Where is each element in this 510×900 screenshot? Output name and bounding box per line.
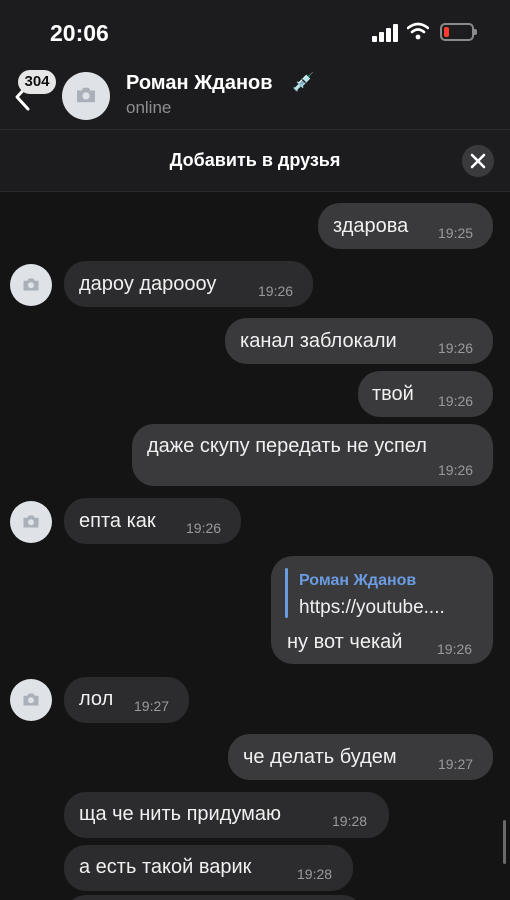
reply-preview[interactable]: https://youtube.... [299, 597, 445, 619]
message-bubble[interactable]: ща че нить придумаю 19:28 [64, 792, 389, 838]
status-time: 20:06 [50, 20, 109, 46]
message-text: а есть такой варик [79, 856, 252, 878]
contact-status: online [126, 98, 172, 117]
camera-icon [23, 278, 39, 291]
message-text: лол [79, 688, 114, 710]
chat-header: 304 Роман Жданов 💉 online [0, 62, 510, 130]
message-time: 19:27 [438, 756, 474, 772]
syringe-emoji-icon: 💉 [292, 72, 315, 92]
message-list[interactable]: здарова 19:25 дароу дароооу 19:26 канал … [0, 192, 510, 900]
message-bubble[interactable] [64, 895, 364, 900]
battery-icon [440, 23, 477, 41]
message-text: твой [372, 383, 414, 405]
message-bubble[interactable]: даже скупу передать не успел 19:26 [132, 424, 493, 486]
sender-avatar[interactable] [10, 264, 52, 306]
message-text: ну вот чекай [287, 631, 403, 653]
message-time: 19:26 [438, 393, 474, 409]
message-text: даже скупу передать не успел [147, 435, 427, 457]
message-time: 19:25 [438, 225, 474, 241]
camera-icon [77, 87, 95, 103]
reply-author[interactable]: Роман Жданов [299, 572, 416, 590]
message-time: 19:26 [186, 520, 222, 536]
message-bubble[interactable]: канал заблокали 19:26 [225, 318, 493, 364]
signal-icon [372, 24, 400, 42]
message-text: дароу дароооу [79, 273, 217, 295]
message-time: 19:27 [134, 698, 170, 714]
contact-name[interactable]: Роман Жданов [126, 72, 273, 95]
message-bubble[interactable]: епта как 19:26 [64, 498, 241, 544]
message-time: 19:26 [438, 462, 474, 478]
reply-bar [285, 568, 288, 618]
message-bubble[interactable]: твой 19:26 [358, 371, 493, 417]
camera-icon [23, 515, 39, 528]
unread-count-badge[interactable]: 304 [18, 70, 56, 94]
message-text: епта как [79, 510, 156, 532]
message-time: 19:26 [438, 340, 474, 356]
camera-icon [23, 693, 39, 706]
message-text: канал заблокали [240, 330, 397, 352]
message-text: ща че нить придумаю [79, 803, 282, 825]
wifi-icon [407, 22, 429, 40]
message-text: че делать будем [243, 746, 397, 768]
message-bubble[interactable]: че делать будем 19:27 [228, 734, 493, 780]
add-friend-button[interactable]: Добавить в друзья [0, 150, 510, 171]
message-bubble[interactable]: здарова 19:25 [318, 203, 493, 249]
sender-avatar[interactable] [10, 679, 52, 721]
message-time: 19:26 [258, 283, 294, 299]
sender-avatar[interactable] [10, 501, 52, 543]
message-bubble[interactable]: дароу дароооу 19:26 [64, 261, 313, 307]
message-time: 19:28 [297, 866, 333, 882]
message-time: 19:28 [332, 813, 368, 829]
close-icon[interactable] [462, 145, 494, 177]
contact-avatar[interactable] [62, 72, 110, 120]
add-friend-bar: Добавить в друзья [0, 130, 510, 192]
status-bar: 20:06 [0, 0, 510, 62]
scrollbar[interactable] [503, 820, 506, 864]
message-bubble[interactable]: лол 19:27 [64, 677, 189, 723]
message-bubble[interactable]: Роман Жданов https://youtube.... ну вот … [271, 556, 493, 664]
message-bubble[interactable]: а есть такой варик 19:28 [64, 845, 353, 891]
message-time: 19:26 [437, 641, 473, 657]
message-text: здарова [333, 215, 409, 237]
